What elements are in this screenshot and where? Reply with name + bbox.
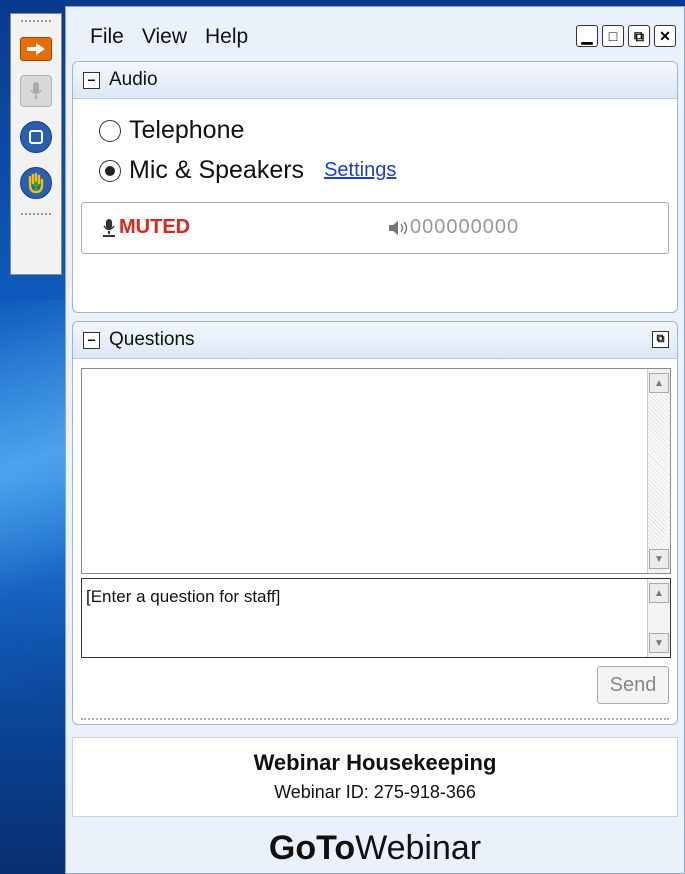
telephone-label: Telephone [129, 116, 245, 144]
microphone-icon [103, 218, 115, 237]
screen-view-button[interactable] [20, 121, 52, 153]
popout-icon: ⧉ [656, 333, 665, 345]
restore-button[interactable]: □ [602, 25, 624, 47]
muted-label: MUTED [119, 216, 191, 238]
scroll-down-button[interactable]: ▼ [649, 549, 669, 569]
speaker-meter: 000000000 [410, 216, 520, 238]
questions-panel-title: Questions [109, 329, 195, 350]
question-input[interactable]: [Enter a question for staff] ▲ ▼ [81, 578, 671, 658]
audio-status-box: MUTED 000000000 [81, 202, 669, 254]
window-controls: ▁ □ ⧉ ✕ [576, 25, 676, 47]
mic-toggle-button[interactable] [20, 75, 52, 107]
questions-log: ▲ ▼ [81, 368, 671, 574]
audio-settings-link[interactable]: Settings [324, 159, 396, 182]
logo-regular: Webinar [355, 829, 482, 867]
mic-speakers-option[interactable]: Mic & Speakers Settings [99, 156, 396, 185]
triangle-up-icon: ▲ [654, 587, 664, 599]
audio-panel: − Audio Telephone Mic & Speakers Setting… [72, 61, 678, 313]
scroll-up-button[interactable]: ▲ [649, 373, 669, 393]
questions-log-scrollbar[interactable]: ▲ ▼ [647, 369, 670, 573]
mic-speakers-label: Mic & Speakers [129, 156, 305, 184]
input-scroll-up-button[interactable]: ▲ [649, 583, 669, 603]
minimize-icon: ▁ [581, 27, 593, 44]
popout-icon: ⧉ [634, 27, 644, 44]
menu-bar: File View Help ▁ □ ⧉ ✕ [66, 7, 684, 59]
speaker-icon [389, 220, 408, 235]
question-input-placeholder: [Enter a question for staff] [86, 587, 281, 606]
questions-panel-header: − Questions ⧉ [73, 322, 677, 359]
menu-file[interactable]: File [90, 25, 124, 49]
resize-handle[interactable] [81, 718, 669, 720]
radio-selected-dot [105, 165, 115, 176]
speaker-level: 000000000 [388, 216, 519, 239]
webinar-title: Webinar Housekeeping [253, 750, 497, 775]
minimize-button[interactable]: ▁ [576, 25, 598, 47]
menu-help[interactable]: Help [205, 25, 248, 49]
restore-icon: □ [608, 28, 618, 44]
send-button[interactable]: Send [597, 666, 669, 704]
triangle-down-icon: ▼ [654, 637, 664, 649]
microphone-icon [30, 82, 42, 99]
raise-hand-icon [28, 172, 44, 194]
close-icon: ✕ [659, 27, 671, 44]
popout-questions-button[interactable]: ⧉ [652, 331, 669, 348]
webinar-id: Webinar ID: 275-918-366 [274, 782, 476, 802]
square-icon [29, 130, 43, 144]
triangle-up-icon: ▲ [654, 377, 664, 389]
collapse-audio-button[interactable]: − [83, 71, 100, 89]
grab-handle-top[interactable] [21, 20, 51, 30]
close-button[interactable]: ✕ [654, 25, 676, 47]
input-scroll-down-button[interactable]: ▼ [649, 633, 669, 653]
show-hide-panel-button[interactable] [20, 37, 52, 61]
control-panel-strip [10, 13, 62, 275]
collapse-questions-button[interactable]: − [83, 331, 100, 349]
raise-hand-button[interactable] [20, 167, 52, 199]
gotowebinar-control-panel: File View Help ▁ □ ⧉ ✕ − Audio Telephone… [65, 6, 685, 874]
arrow-right-icon [27, 43, 45, 55]
telephone-option[interactable]: Telephone [99, 116, 244, 145]
gotowebinar-logo: GoToWebinar [66, 829, 684, 868]
grab-handle-bottom[interactable] [21, 213, 51, 223]
question-input-scrollbar[interactable]: ▲ ▼ [647, 579, 670, 657]
logo-bold: GoTo [268, 829, 356, 867]
popout-button[interactable]: ⧉ [628, 25, 650, 47]
menu-view[interactable]: View [142, 25, 187, 49]
menu-items: File View Help [90, 25, 248, 49]
mic-speakers-radio[interactable] [99, 159, 121, 182]
webinar-info-box: Webinar Housekeeping Webinar ID: 275-918… [72, 737, 678, 817]
audio-panel-title: Audio [109, 69, 158, 90]
questions-panel: − Questions ⧉ ▲ ▼ [Enter a question for … [72, 321, 678, 725]
triangle-down-icon: ▼ [654, 553, 664, 565]
telephone-radio[interactable] [99, 119, 121, 142]
audio-panel-header: − Audio [73, 62, 677, 99]
mic-status[interactable]: MUTED [102, 216, 190, 239]
